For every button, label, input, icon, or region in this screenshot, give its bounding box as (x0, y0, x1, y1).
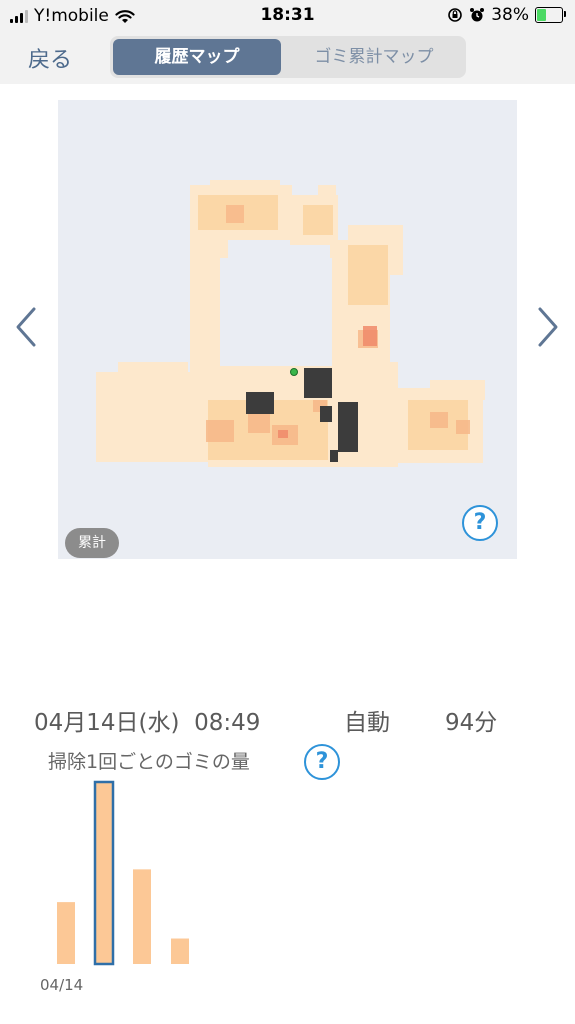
orientation-lock-icon (448, 8, 463, 22)
status-bar: Y!mobile 18:31 38% (0, 0, 575, 32)
chart-bar[interactable] (171, 938, 189, 964)
session-mode: 自動 (344, 710, 390, 736)
map-help-icon[interactable]: ? (462, 505, 498, 541)
session-duration: 94分 (445, 710, 498, 736)
chart-bar[interactable] (93, 780, 115, 966)
next-arrow-icon[interactable] (532, 305, 562, 349)
chart-bar[interactable] (57, 902, 75, 964)
session-datetime: 04月14日(水) 08:49 (34, 710, 261, 736)
battery-percent: 38% (491, 5, 529, 25)
map-type-segmented-control: 履歴マップ ゴミ累計マップ (110, 36, 466, 78)
map-canvas (96, 180, 485, 467)
x-tick-label: 04/14 (40, 976, 84, 994)
back-button[interactable]: 戻る (28, 42, 72, 74)
tab-cumulative-dirt-map[interactable]: ゴミ累計マップ (284, 39, 464, 75)
battery-icon (535, 7, 566, 23)
chart-bar[interactable] (133, 869, 151, 964)
status-right: 38% (447, 5, 566, 25)
tab-history-map[interactable]: 履歴マップ (113, 39, 281, 75)
dirt-amount-chart (57, 780, 189, 966)
previous-arrow-icon[interactable] (12, 305, 42, 349)
alarm-icon (470, 8, 485, 22)
chart-help-icon[interactable]: ? (304, 744, 340, 780)
cleaning-map (58, 100, 517, 559)
navigation-header: 戻る 履歴マップ ゴミ累計マップ (0, 32, 575, 84)
cumulative-badge: 累計 (65, 528, 119, 558)
